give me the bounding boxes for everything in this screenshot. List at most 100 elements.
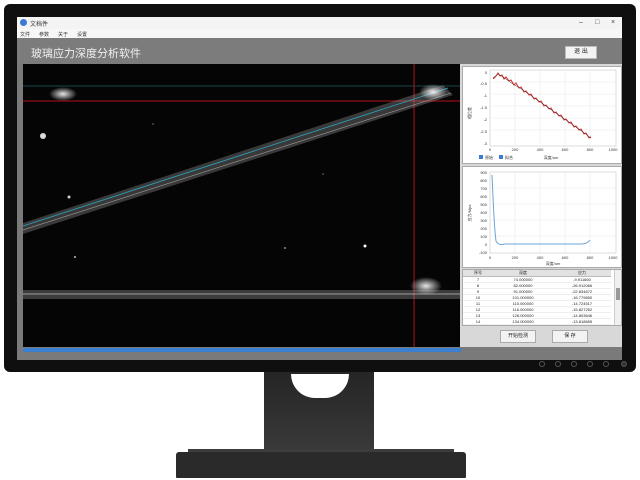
save-button[interactable]: 保 存 (552, 330, 588, 343)
y-tick: -2.5 (480, 129, 488, 134)
x-tick: 0 (489, 147, 492, 152)
page-title: 玻璃应力深度分析软件 (31, 47, 141, 60)
menu-params[interactable]: 参数 (39, 31, 49, 38)
stress-y-ticks: 900 800 700 600 500 400 300 200 100 0 -1… (479, 170, 488, 255)
start-detection-button[interactable]: 开始检测 (500, 330, 536, 343)
y-axis-label: 应力/Mpa (466, 204, 472, 222)
y-tick: 0 (485, 242, 488, 247)
x-tick: 800 (587, 255, 594, 260)
x-tick: 200 (512, 147, 519, 152)
table-row[interactable]: 14 134.000000 -13.818655 (463, 319, 611, 325)
monitor-bezel: 文档件 – □ × 文件 参数 关于 设置 玻璃应力深度分析软件 退 出 0 -… (4, 4, 636, 372)
y-tick: -2 (483, 117, 487, 122)
app-header: 玻璃应力深度分析软件 退 出 (17, 38, 622, 64)
phase-x-ticks: 0 200 400 600 800 1000 (489, 147, 618, 152)
phase-chart: 0 -0.5 -1 -1.5 -2 -2.5 -3 相位差 0 200 400 … (462, 66, 622, 164)
y-tick: 0 (485, 70, 488, 75)
cell-stress: -22.834672 (571, 289, 593, 294)
cell-index: 11 (475, 301, 481, 306)
y-tick: 700 (480, 186, 487, 191)
maximize-icon[interactable]: □ (595, 19, 599, 26)
scrollbar-thumb[interactable] (616, 288, 620, 300)
table-scrollbar[interactable] (614, 270, 621, 325)
cell-stress: -26.912066 (571, 283, 593, 288)
x-tick: 1000 (609, 255, 619, 260)
cell-depth: 126.000000 (512, 313, 534, 318)
column-header-stress: 应力 (553, 270, 611, 277)
progress-bar (23, 348, 461, 352)
minimize-icon[interactable]: – (579, 19, 583, 26)
menu-file[interactable]: 文件 (20, 31, 30, 38)
cell-depth: 101.000000 (512, 295, 534, 300)
y-tick: 100 (480, 234, 487, 239)
app-icon (20, 19, 27, 26)
legend-raw: 原始 (485, 154, 493, 160)
stress-x-ticks: 0 200 400 600 800 1000 (489, 255, 618, 260)
cell-index: 7 (476, 277, 480, 282)
cell-stress: -16.779650 (571, 295, 593, 300)
y-tick: -100 (479, 250, 488, 255)
menu-settings[interactable]: 设置 (77, 31, 87, 38)
cell-index: 8 (476, 283, 480, 288)
monitor-button[interactable] (555, 361, 561, 367)
x-tick: 600 (562, 147, 569, 152)
cell-index: 10 (475, 295, 481, 300)
cell-depth: 74.000000 (513, 277, 533, 282)
column-header-depth: 深度 (493, 270, 553, 277)
x-axis-label: 深度/um (546, 260, 561, 266)
cell-depth: 82.000000 (513, 283, 533, 288)
x-tick: 600 (562, 255, 569, 260)
y-tick: -1 (483, 93, 487, 98)
y-tick: 400 (480, 210, 487, 215)
legend-fit: 拟合 (505, 154, 513, 160)
cell-index: 13 (475, 313, 481, 318)
x-tick: 1000 (609, 147, 619, 152)
monitor-button[interactable] (571, 361, 577, 367)
y-tick: 300 (480, 218, 487, 223)
cell-stress: -14.803646 (571, 313, 593, 318)
y-tick: 600 (480, 194, 487, 199)
y-tick: 900 (480, 170, 487, 175)
camera-image-view[interactable] (23, 64, 461, 347)
window-title: 文档件 (30, 22, 49, 28)
cell-index: 12 (475, 307, 481, 312)
y-axis-label: 相位差 (466, 107, 472, 119)
y-tick: -3 (483, 141, 487, 146)
monitor-button[interactable] (539, 361, 545, 367)
cell-depth: 134.000000 (512, 319, 534, 324)
cell-stress: -15.827252 (571, 307, 593, 312)
x-tick: 800 (587, 147, 594, 152)
monitor-button[interactable] (587, 361, 593, 367)
cell-depth: 116.000000 (512, 307, 534, 312)
stress-chart: 900 800 700 600 500 400 300 200 100 0 -1… (462, 166, 622, 268)
x-tick: 400 (537, 147, 544, 152)
menu-about[interactable]: 关于 (58, 31, 68, 38)
analysis-panel: 0 -0.5 -1 -1.5 -2 -2.5 -3 相位差 0 200 400 … (460, 64, 622, 347)
y-tick: 200 (480, 226, 487, 231)
monitor-button[interactable] (603, 361, 609, 367)
cell-depth: 91.000000 (513, 289, 533, 294)
results-table: 序号 深度 应力 7 74.000000 -9.911660 8 82.0000… (462, 269, 622, 326)
progress-fill (23, 348, 461, 352)
y-tick: -0.5 (480, 81, 488, 86)
cell-depth: 110.000000 (512, 301, 534, 306)
y-tick: -1.5 (480, 105, 488, 110)
x-tick: 200 (512, 255, 519, 260)
cell-index: 9 (476, 289, 480, 294)
exit-button[interactable]: 退 出 (565, 46, 597, 59)
column-header-index: 序号 (463, 270, 493, 277)
stress-image (23, 64, 461, 347)
power-button[interactable] (621, 361, 627, 367)
y-tick: 800 (480, 178, 487, 183)
phase-y-ticks: 0 -0.5 -1 -1.5 -2 -2.5 -3 (480, 70, 488, 146)
cell-index: 14 (475, 319, 481, 324)
cell-stress: -14.724517 (571, 301, 593, 306)
close-icon[interactable]: × (611, 19, 615, 26)
y-tick: 500 (480, 202, 487, 207)
cell-stress: -9.911660 (573, 277, 591, 282)
x-tick: 0 (489, 255, 492, 260)
application-window: 文档件 – □ × 文件 参数 关于 设置 玻璃应力深度分析软件 退 出 0 -… (17, 17, 622, 360)
cell-stress: -13.818655 (571, 319, 593, 324)
x-tick: 400 (537, 255, 544, 260)
x-axis-label: 深度/um (544, 154, 559, 160)
